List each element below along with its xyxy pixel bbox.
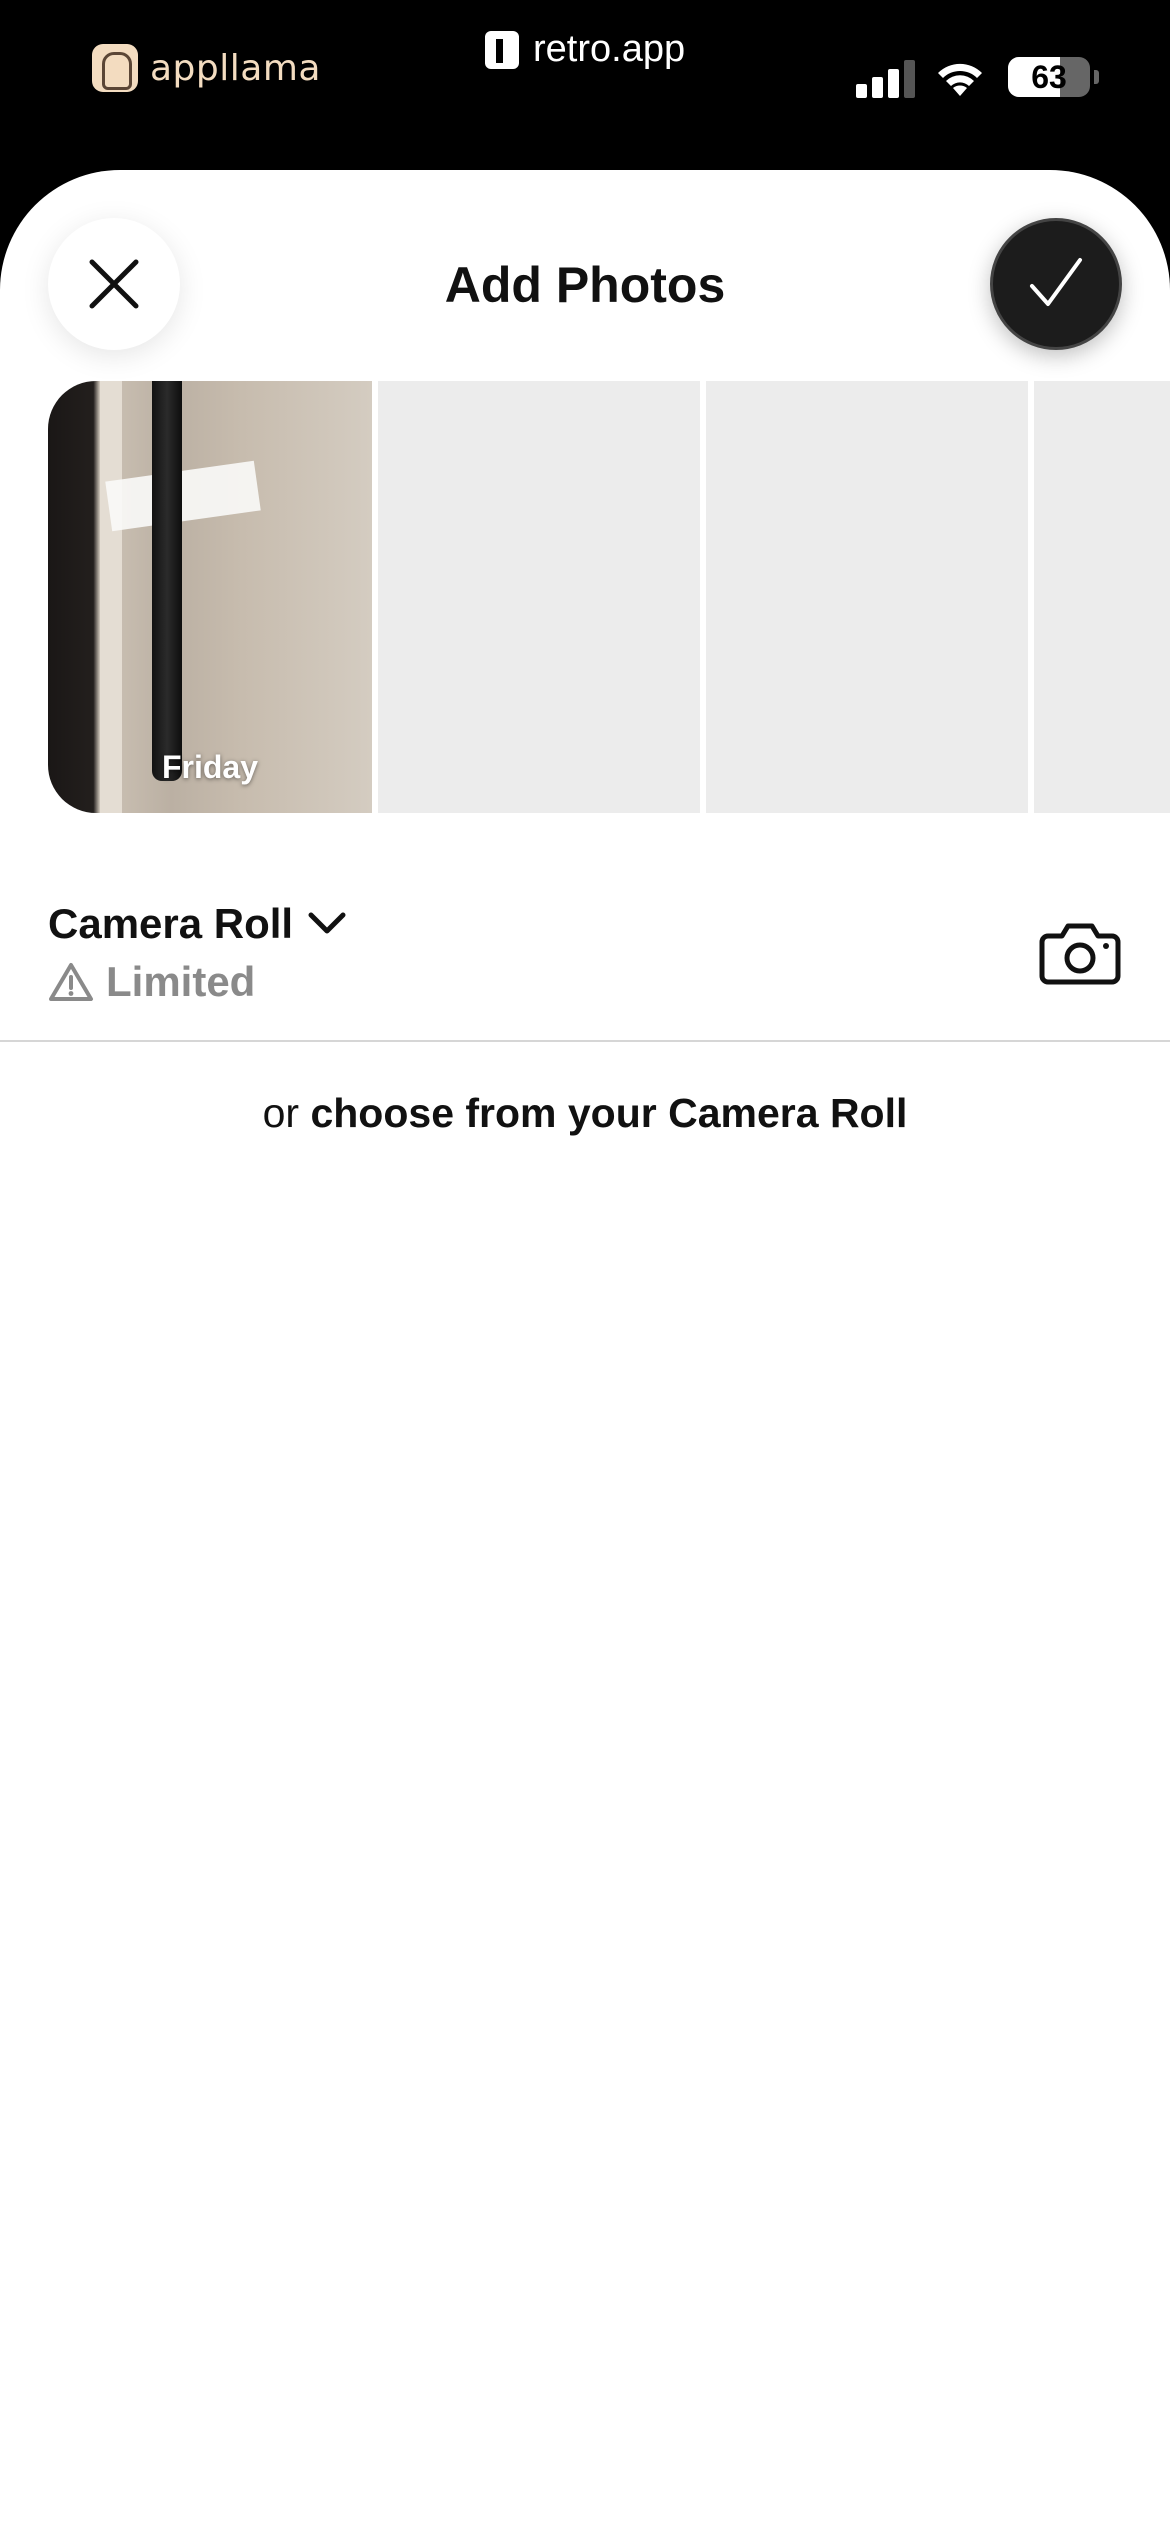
checkmark-icon (1030, 258, 1082, 306)
divider (0, 1040, 1170, 1042)
album-selector[interactable]: Camera Roll (48, 900, 347, 948)
access-status-label: Limited (106, 958, 256, 1005)
choose-from-camera-roll-link[interactable]: or choose from your Camera Roll (0, 1090, 1170, 1137)
brand-name: appllama (150, 47, 321, 89)
cellular-signal-icon (856, 58, 916, 98)
access-status[interactable]: Limited (48, 958, 255, 1006)
add-photos-sheet: Add Photos Friday Camera Roll Limited or… (0, 170, 1170, 2532)
llama-logo-icon (92, 44, 138, 92)
camera-icon[interactable] (1038, 918, 1122, 986)
choose-emphasis: choose from your Camera Roll (310, 1090, 908, 1136)
recent-photos-strip[interactable]: Friday (48, 381, 1170, 813)
battery-indicator: 63 (1008, 57, 1090, 97)
site-name: retro.app (533, 28, 686, 70)
warning-triangle-icon (49, 963, 93, 1001)
app-brand: appllama (92, 44, 321, 92)
battery-cap (1094, 70, 1099, 84)
sheet-header: Add Photos (0, 170, 1170, 380)
battery-level: 63 (1031, 58, 1067, 95)
site-indicator: retro.app (485, 28, 685, 71)
photo-thumbnail[interactable] (378, 381, 700, 813)
album-name: Camera Roll (48, 900, 294, 947)
done-button[interactable] (990, 218, 1122, 350)
pen-photo-content (152, 381, 182, 781)
photo-thumbnail[interactable] (1034, 381, 1170, 813)
wifi-icon (938, 63, 982, 96)
photo-thumbnail[interactable] (706, 381, 1028, 813)
choose-prefix: or (262, 1090, 311, 1136)
retro-logo-icon (485, 30, 519, 69)
photo-thumbnail[interactable]: Friday (48, 381, 372, 813)
chevron-down-icon (308, 912, 346, 934)
status-bar: appllama retro.app 63 (0, 0, 1170, 170)
photo-date-label: Friday (161, 749, 259, 785)
album-header: Camera Roll Limited (48, 900, 1122, 1012)
